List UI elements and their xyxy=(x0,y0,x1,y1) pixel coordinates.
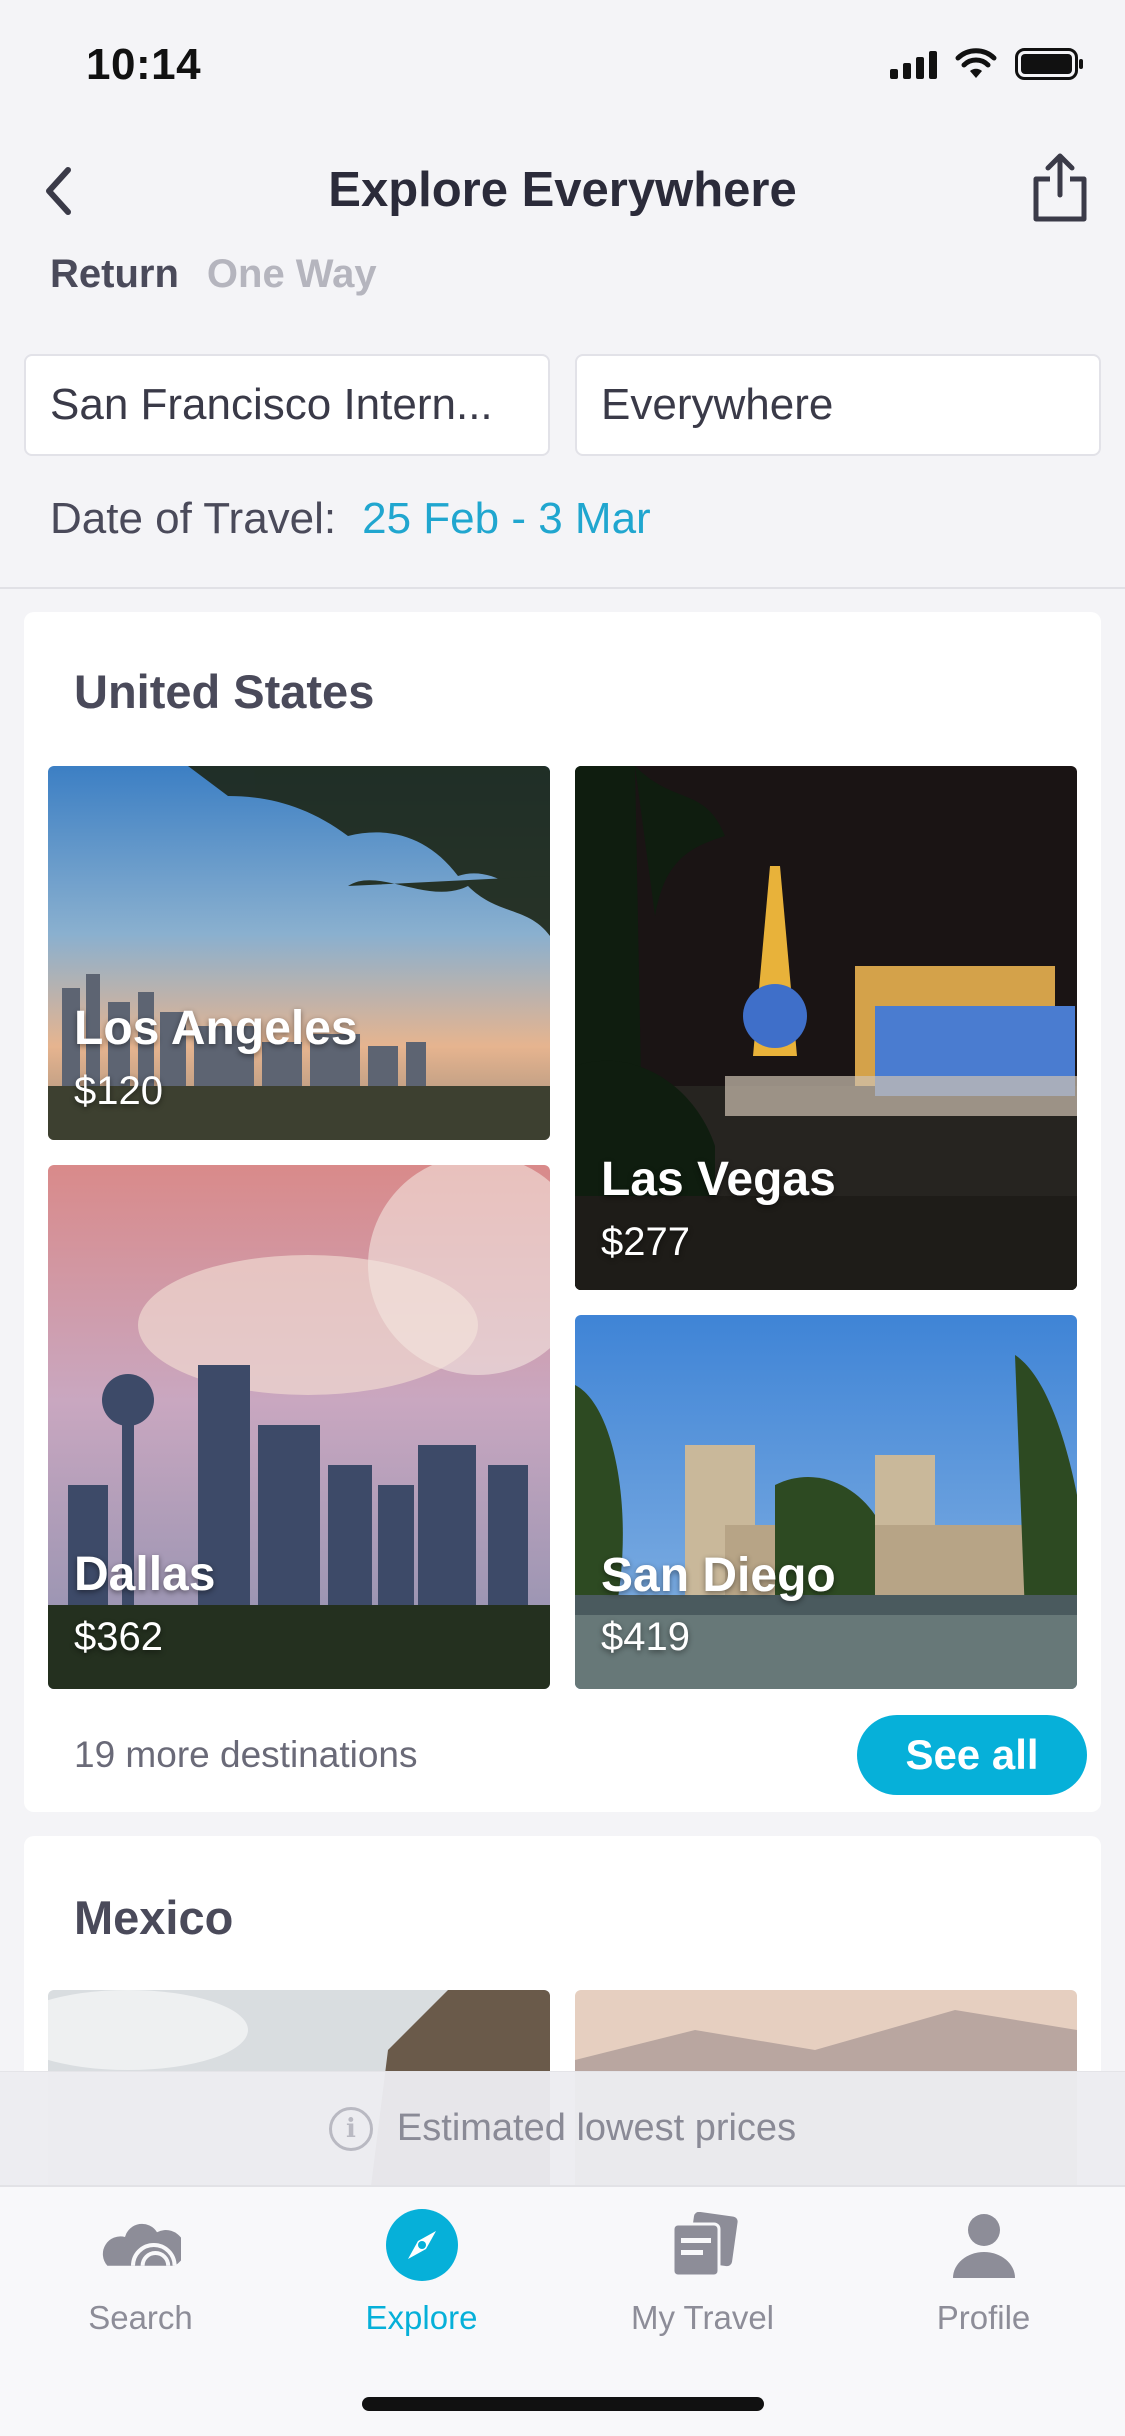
tab-label: My Travel xyxy=(630,2299,775,2336)
destination-price: $362 xyxy=(74,1615,163,1659)
section-title: United States xyxy=(74,665,375,718)
more-destinations-text: 19 more destinations xyxy=(74,1734,418,1775)
las-vegas-photo xyxy=(575,766,1077,1290)
destination-price: $277 xyxy=(601,1220,690,1264)
divider xyxy=(0,587,1125,589)
wifi-icon xyxy=(955,48,997,80)
cards-icon xyxy=(663,2205,743,2285)
destination-name: Los Angeles xyxy=(74,1002,358,1055)
home-indicator xyxy=(362,2397,764,2411)
status-bar: 10:14 xyxy=(0,0,1125,132)
see-all-button[interactable]: See all xyxy=(857,1715,1087,1795)
person-icon xyxy=(944,2205,1024,2285)
trip-type-toggle: Return One Way xyxy=(50,252,377,297)
united-states-section: United States Los Angeles $120 Las Vegas… xyxy=(24,612,1101,1812)
tab-label: Explore xyxy=(365,2299,478,2336)
one-way-toggle[interactable]: One Way xyxy=(207,252,377,297)
navigation-bar: Explore Everywhere xyxy=(0,132,1125,252)
compass-icon xyxy=(382,2205,462,2285)
destination-price: $120 xyxy=(74,1069,163,1113)
status-time: 10:14 xyxy=(86,40,202,89)
estimate-text: Estimated lowest prices xyxy=(396,2107,797,2149)
tab-my-travel[interactable]: My Travel xyxy=(562,2205,843,2355)
date-label: Date of Travel: xyxy=(50,494,337,543)
destination-value: Everywhere xyxy=(601,380,834,429)
search-cloud-icon xyxy=(101,2205,181,2285)
tab-profile[interactable]: Profile xyxy=(843,2205,1124,2355)
tab-label: Search xyxy=(88,2299,193,2336)
destination-name: Dallas xyxy=(74,1548,216,1601)
origin-value: San Francisco Intern... xyxy=(50,380,493,429)
estimate-banner: i Estimated lowest prices xyxy=(0,2071,1125,2185)
destination-tile-los-angeles[interactable]: Los Angeles $120 xyxy=(48,766,550,1140)
destination-price: $419 xyxy=(601,1615,690,1659)
info-icon: i xyxy=(328,2106,373,2151)
return-toggle[interactable]: Return xyxy=(50,252,179,297)
tab-explore[interactable]: Explore xyxy=(281,2205,562,2355)
destination-name: Las Vegas xyxy=(601,1153,836,1206)
status-icons xyxy=(890,48,1085,80)
destination-field[interactable]: Everywhere xyxy=(575,354,1101,456)
battery-icon xyxy=(1015,48,1085,80)
share-icon xyxy=(1033,153,1087,222)
cellular-signal-icon xyxy=(890,49,937,79)
page-title: Explore Everywhere xyxy=(328,163,797,217)
dallas-photo xyxy=(48,1165,550,1689)
destination-tile-san-diego[interactable]: San Diego $419 xyxy=(575,1315,1077,1689)
tab-label: Profile xyxy=(936,2299,1031,2336)
share-button[interactable] xyxy=(1015,142,1105,232)
destination-tile-dallas[interactable]: Dallas $362 xyxy=(48,1165,550,1689)
section-title: Mexico xyxy=(74,1891,234,1944)
tab-search[interactable]: Search xyxy=(0,2205,281,2355)
destination-tile-las-vegas[interactable]: Las Vegas $277 xyxy=(575,766,1077,1290)
date-of-travel-row: Date of Travel: 25 Feb - 3 Mar xyxy=(50,494,651,544)
destination-name: San Diego xyxy=(601,1549,836,1602)
date-value[interactable]: 25 Feb - 3 Mar xyxy=(362,494,651,544)
origin-field[interactable]: San Francisco Intern... xyxy=(24,354,550,456)
